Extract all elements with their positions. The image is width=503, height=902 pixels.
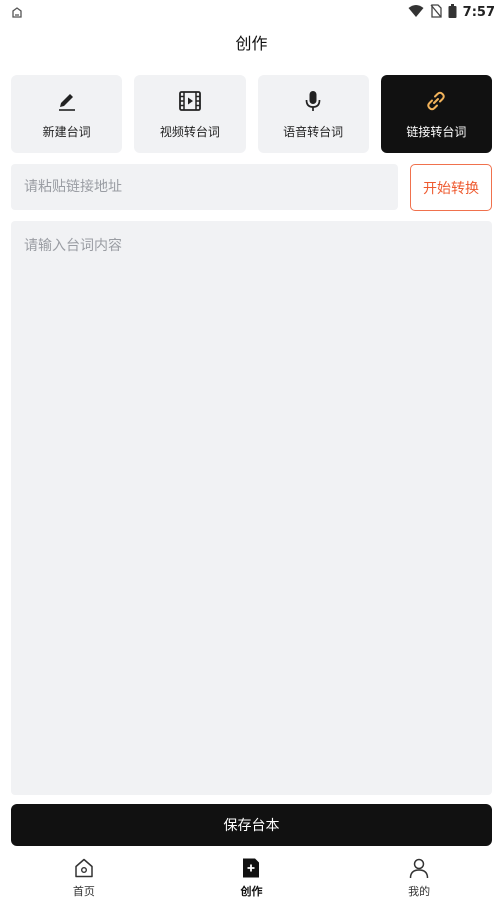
no-sim-icon xyxy=(430,3,442,22)
notification-icon xyxy=(10,5,24,19)
mode-card-video-to-script[interactable]: 视频转台词 xyxy=(134,75,246,153)
bottom-nav: 首页 创作 我的 xyxy=(0,852,503,902)
mode-card-label: 视频转台词 xyxy=(159,124,220,139)
start-convert-button[interactable]: 开始转换 xyxy=(410,164,492,211)
link-icon xyxy=(424,89,448,113)
mode-selector: 新建台词 视频转台词 语音转台词 链接转台词 xyxy=(11,75,492,153)
mode-card-link-to-script[interactable]: 链接转台词 xyxy=(380,75,492,153)
mode-card-audio-to-script[interactable]: 语音转台词 xyxy=(257,75,369,153)
mode-card-label: 新建台词 xyxy=(42,124,91,139)
battery-icon xyxy=(448,3,457,22)
create-doc-icon xyxy=(239,856,263,880)
save-script-button[interactable]: 保存台本 xyxy=(11,804,492,846)
status-bar: 7:57 xyxy=(0,0,503,24)
page-title: 创作 xyxy=(235,34,268,53)
home-icon xyxy=(72,856,96,880)
nav-item-label: 我的 xyxy=(408,884,431,898)
user-icon xyxy=(407,856,431,880)
link-input-row: 开始转换 xyxy=(11,164,492,212)
wifi-icon xyxy=(408,3,424,22)
nav-item-label: 首页 xyxy=(72,884,95,898)
nav-item-mine[interactable]: 我的 xyxy=(374,856,464,899)
status-time: 7:57 xyxy=(462,4,495,20)
nav-item-label: 创作 xyxy=(240,884,263,898)
nav-item-create[interactable]: 创作 xyxy=(206,856,296,899)
nav-item-home[interactable]: 首页 xyxy=(39,856,129,899)
mode-card-new-script[interactable]: 新建台词 xyxy=(11,75,123,153)
microphone-icon xyxy=(301,89,325,113)
pencil-icon xyxy=(55,89,79,113)
script-content-input[interactable] xyxy=(11,221,492,795)
mode-card-label: 语音转台词 xyxy=(283,124,344,139)
link-url-input[interactable] xyxy=(11,164,398,210)
mode-card-label: 链接转台词 xyxy=(406,124,467,139)
status-indicators: 7:57 xyxy=(408,3,495,22)
film-icon xyxy=(178,89,202,113)
